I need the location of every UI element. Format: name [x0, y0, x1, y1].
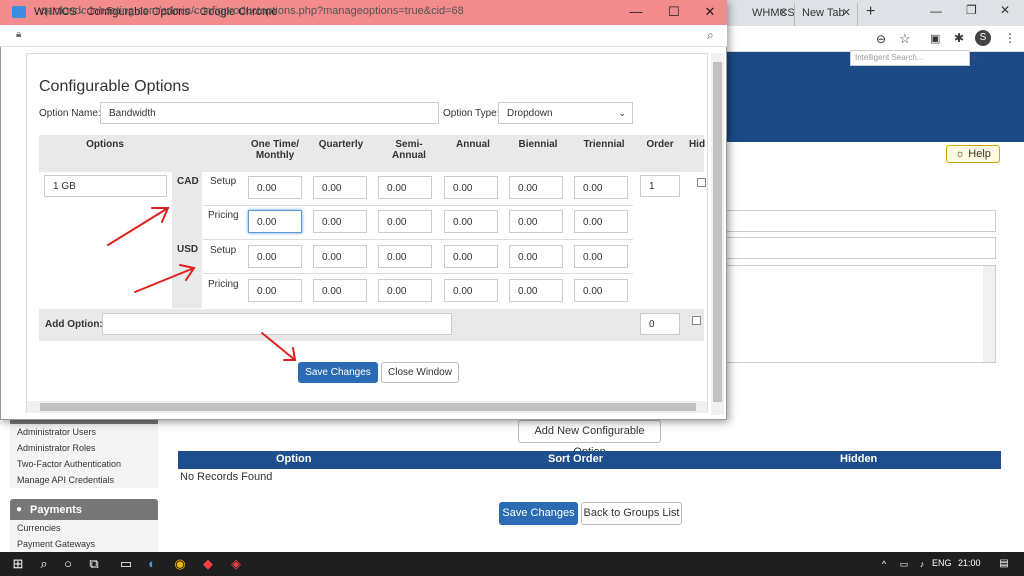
arrow-to-usd	[134, 264, 196, 293]
arrow-to-cad	[107, 207, 170, 246]
annotation-arrows	[107, 207, 297, 361]
arrow-to-save	[261, 332, 297, 361]
